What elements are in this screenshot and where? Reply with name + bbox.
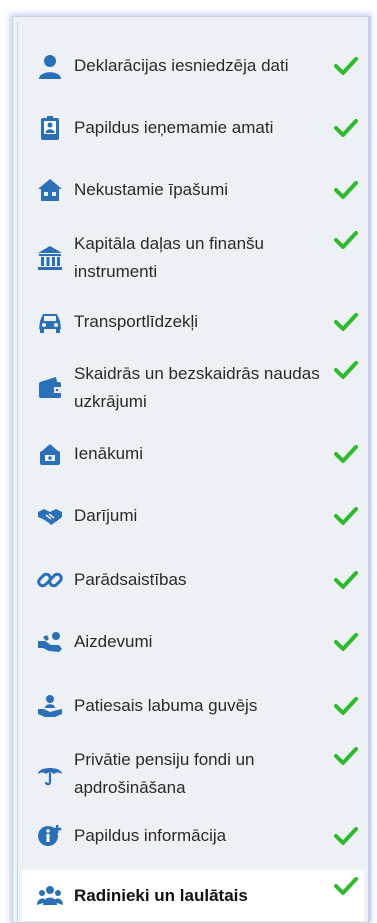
nav-item-savings[interactable]: Skaidrās un bezskaidrās naudas uzkrājumi <box>22 356 364 420</box>
check-icon <box>334 313 358 331</box>
nav-item-label: Privātie pensiju fondi un apdrošināšana <box>74 750 255 797</box>
umbrella-icon <box>36 760 64 788</box>
check-icon <box>334 571 358 589</box>
nav-item-label: Papildus informācija <box>74 826 227 845</box>
check-icon <box>334 361 358 379</box>
check-icon <box>334 445 358 463</box>
check-icon <box>334 827 358 845</box>
nav-item-label: Deklarācijas iesniedzēja dati <box>74 56 289 75</box>
car-icon <box>36 308 64 336</box>
nav-item-additional-info[interactable]: Papildus informācija <box>22 816 364 856</box>
check-icon <box>334 181 358 199</box>
house-icon <box>36 176 64 204</box>
check-icon <box>334 119 358 137</box>
nav-item-label: Skaidrās un bezskaidrās naudas uzkrājumi <box>74 364 320 411</box>
sidebar-inner-border <box>17 22 18 921</box>
nav-item-label: Kapitāla daļas un finanšu instrumenti <box>74 234 264 281</box>
nav-item-liabilities[interactable]: Parādsaistības <box>22 560 364 600</box>
person-icon <box>36 52 64 80</box>
nav-item-declarant-data[interactable]: Deklarācijas iesniedzēja dati <box>22 46 364 86</box>
hand-person-icon <box>36 692 64 720</box>
nav-item-label: Patiesais labuma guvējs <box>74 696 258 715</box>
check-icon <box>334 57 358 75</box>
nav-item-pension-insurance[interactable]: Privātie pensiju fondi un apdrošināšana <box>22 742 364 806</box>
chain-link-icon <box>36 566 64 594</box>
check-icon <box>334 877 358 895</box>
id-badge-icon <box>36 114 64 142</box>
nav-item-vehicles[interactable]: Transportlīdzekļi <box>22 302 364 342</box>
nav-item-label: Aizdevumi <box>74 632 153 651</box>
check-icon <box>334 697 358 715</box>
nav-item-label: Nekustamie īpašumi <box>74 180 229 199</box>
nav-item-label: Papildus ieņemamie amati <box>74 118 274 137</box>
nav-item-label: Parādsaistības <box>74 570 187 589</box>
wallet-icon <box>36 374 64 402</box>
hand-coin-icon <box>36 628 64 656</box>
check-icon <box>334 231 358 249</box>
info-plus-icon <box>36 822 64 850</box>
nav-item-real-estate[interactable]: Nekustamie īpašumi <box>22 170 364 210</box>
check-icon <box>334 507 358 525</box>
income-icon <box>36 440 64 468</box>
nav-item-label: Transportlīdzekļi <box>74 312 199 331</box>
bank-icon <box>36 244 64 272</box>
nav-item-income[interactable]: Ienākumi <box>22 434 364 474</box>
people-icon <box>36 882 64 910</box>
nav-item-loans[interactable]: Aizdevumi <box>22 622 364 662</box>
nav-item-additional-positions[interactable]: Papildus ieņemamie amati <box>22 108 364 148</box>
nav-item-label: Ienākumi <box>74 444 143 463</box>
nav-item-beneficial-owner[interactable]: Patiesais labuma guvējs <box>22 686 364 726</box>
check-icon <box>334 747 358 765</box>
nav-item-label: Darījumi <box>74 506 138 525</box>
sidebar-right-edge <box>369 16 371 921</box>
nav-item-capital-shares[interactable]: Kapitāla daļas un finanšu instrumenti <box>22 226 364 290</box>
nav-item-label: Radinieki un laulātais <box>74 885 248 905</box>
check-icon <box>334 633 358 651</box>
sidebar-frame: Deklarācijas iesniedzēja dati Papildus i… <box>0 0 377 923</box>
handshake-icon <box>36 502 64 530</box>
nav-item-transactions[interactable]: Darījumi <box>22 496 364 536</box>
nav-item-relatives-spouse[interactable]: Radinieki un laulātais <box>22 870 364 921</box>
